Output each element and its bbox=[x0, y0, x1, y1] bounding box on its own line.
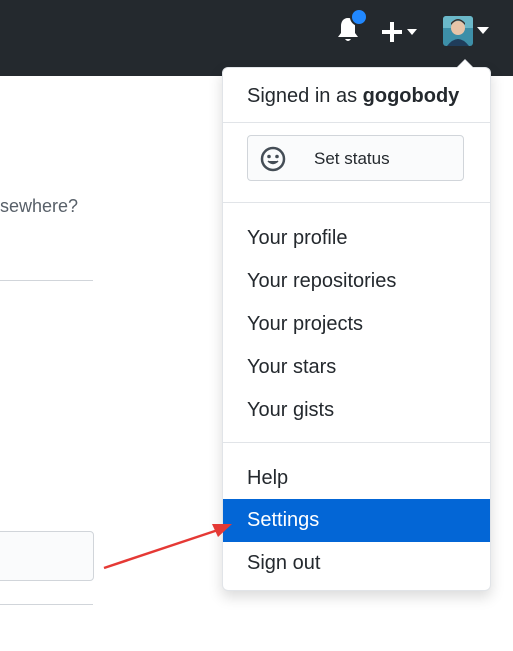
smiley-icon bbox=[260, 146, 286, 172]
menu-item-your-repositories[interactable]: Your repositories bbox=[223, 260, 490, 303]
header-bar bbox=[0, 0, 513, 76]
menu-item-your-gists[interactable]: Your gists bbox=[223, 389, 490, 432]
notification-indicator bbox=[350, 8, 368, 26]
chevron-down-icon bbox=[477, 27, 489, 34]
divider bbox=[223, 202, 490, 203]
set-status-label: Set status bbox=[314, 149, 390, 168]
divider bbox=[0, 604, 93, 605]
menu-item-sign-out[interactable]: Sign out bbox=[223, 542, 490, 585]
partial-input-field[interactable] bbox=[0, 531, 94, 581]
dropdown-caret-inner bbox=[457, 60, 473, 68]
create-new-dropdown[interactable] bbox=[380, 20, 422, 44]
signed-in-header: Signed in as gogobody bbox=[247, 85, 459, 108]
username: gogobody bbox=[362, 85, 460, 107]
divider bbox=[0, 280, 93, 281]
menu-item-help[interactable]: Help bbox=[223, 457, 490, 500]
plus-icon bbox=[382, 22, 402, 42]
menu-item-settings[interactable]: Settings bbox=[223, 499, 490, 542]
user-dropdown-menu: Signed in as gogobody Set status Your pr… bbox=[222, 67, 491, 591]
menu-item-your-projects[interactable]: Your projects bbox=[223, 303, 490, 346]
user-menu-button[interactable] bbox=[443, 16, 493, 48]
avatar[interactable] bbox=[443, 16, 473, 46]
menu-item-your-stars[interactable]: Your stars bbox=[223, 346, 490, 389]
set-status-button[interactable]: Set status bbox=[247, 135, 464, 181]
divider bbox=[223, 442, 490, 443]
signed-in-label: Signed in as bbox=[247, 85, 358, 107]
menu-item-your-profile[interactable]: Your profile bbox=[223, 217, 490, 260]
divider bbox=[223, 122, 490, 123]
chevron-down-icon bbox=[407, 29, 417, 35]
partial-question-text: sewhere? bbox=[0, 196, 79, 216]
